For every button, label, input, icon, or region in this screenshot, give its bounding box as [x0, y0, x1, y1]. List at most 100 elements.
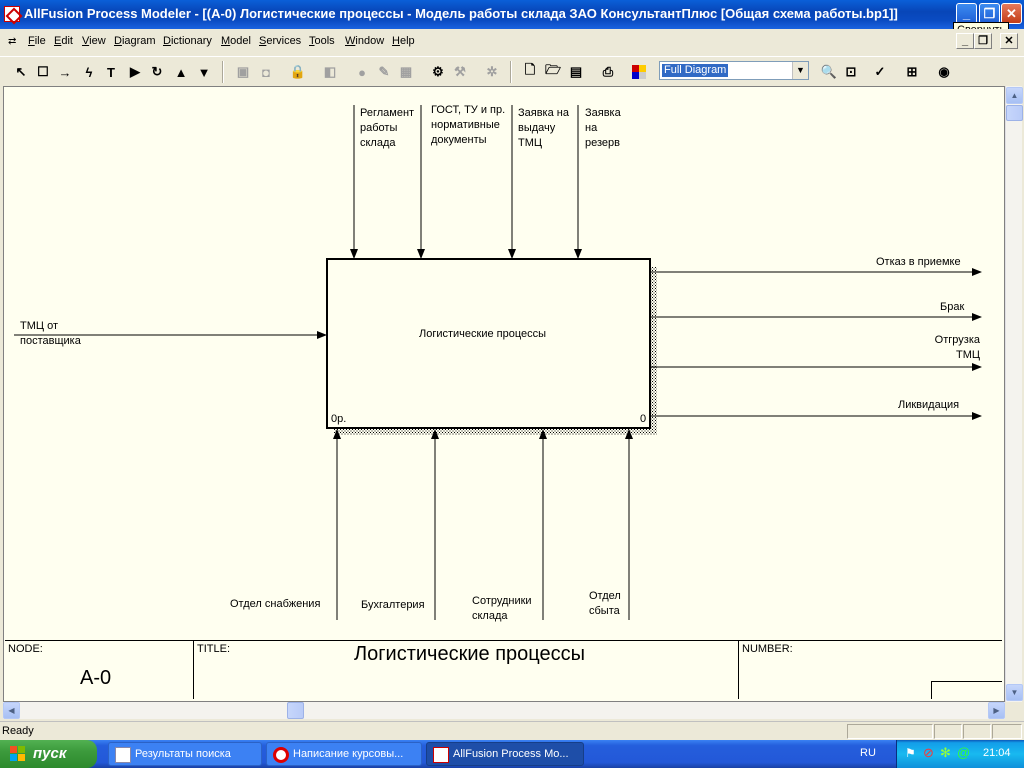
- diagram-view-select[interactable]: Full Diagram ▼: [659, 61, 809, 80]
- diagram-frame: NODE: A-0 TITLE: Логистические процессы …: [5, 640, 1002, 699]
- offpage-reference-icon[interactable]: ↻: [146, 61, 168, 83]
- activity-box[interactable]: [326, 258, 651, 429]
- activity-box-shadow: [334, 429, 657, 435]
- go-down-icon[interactable]: ▼: [193, 61, 215, 83]
- vertical-scroll-thumb[interactable]: [1006, 105, 1023, 121]
- network-icon[interactable]: ⚑: [905, 746, 916, 760]
- link-icon[interactable]: ◘: [255, 61, 277, 83]
- frame-number-cell: NUMBER:: [739, 641, 1002, 699]
- output-label: Отказ в приемке: [876, 256, 961, 268]
- report-icon[interactable]: ▣: [232, 61, 254, 83]
- window-title: AllFusion Process Modeler - [(A-0) Логис…: [24, 6, 898, 21]
- decompose-tool-icon[interactable]: ▶: [124, 61, 146, 83]
- activity-number: 0: [640, 413, 647, 425]
- chevron-down-icon[interactable]: ▼: [792, 62, 808, 79]
- mechanism-label: Сотрудники склада: [472, 595, 532, 622]
- cube-icon[interactable]: ◧: [319, 61, 341, 83]
- zoom-icon[interactable]: 🔍: [818, 61, 840, 83]
- menu-bar: ⇄ File Edit View Diagram Dictionary Mode…: [0, 29, 1024, 55]
- open-folder-icon[interactable]: 🗁: [542, 61, 564, 83]
- start-button[interactable]: пуск: [0, 740, 97, 768]
- vertical-scrollbar[interactable]: ▲ ▼: [1005, 86, 1023, 702]
- menu-diagram[interactable]: Diagram: [114, 35, 156, 47]
- settings-icon[interactable]: ✻: [940, 745, 951, 761]
- status-bar: Ready: [0, 721, 1024, 740]
- output-label: Отгрузка ТМЦ: [934, 334, 980, 361]
- frame-node-caption: NODE:: [8, 643, 43, 655]
- save-icon[interactable]: ▤: [565, 61, 587, 83]
- squiggle-tool-icon[interactable]: ϟ: [78, 61, 100, 83]
- model-explorer-icon[interactable]: ⊞: [901, 61, 923, 83]
- menu-dictionary[interactable]: Dictionary: [163, 35, 212, 47]
- window-title-bar[interactable]: AllFusion Process Modeler - [(A-0) Логис…: [0, 0, 1024, 29]
- arrow-tool-icon[interactable]: →: [54, 61, 76, 83]
- document-icon[interactable]: ⇄: [8, 36, 24, 48]
- mdi-close-button[interactable]: ✕: [1000, 33, 1018, 49]
- frame-title-value: Логистические процессы: [354, 643, 585, 665]
- minimize-button[interactable]: _: [956, 3, 977, 24]
- scroll-right-icon[interactable]: ▶: [988, 702, 1005, 719]
- pointer-tool-icon[interactable]: ↖: [10, 61, 32, 83]
- restore-button[interactable]: ❐: [979, 3, 1000, 24]
- navigator-icon[interactable]: ◉: [933, 61, 955, 83]
- print-icon[interactable]: ⎙: [597, 61, 619, 83]
- scroll-left-icon[interactable]: ◀: [3, 702, 20, 719]
- bug-icon[interactable]: ✲: [481, 61, 503, 83]
- taskbar-item[interactable]: Написание курсовы...: [266, 742, 422, 766]
- frame-title-caption: TITLE:: [197, 643, 231, 655]
- diagram-canvas[interactable]: Логистические процессы 0р. 0 Регламент ра…: [3, 86, 1005, 702]
- zoom-fit-icon[interactable]: ⊡: [840, 61, 862, 83]
- menu-model[interactable]: Model: [221, 35, 251, 47]
- taskbar-item[interactable]: Результаты поиска: [108, 742, 262, 766]
- status-text: Ready: [2, 725, 34, 737]
- go-up-icon[interactable]: ▲: [170, 61, 192, 83]
- horizontal-scrollbar[interactable]: ◀ ▶: [3, 702, 1005, 719]
- menu-tools[interactable]: Tools: [309, 35, 335, 47]
- user-icon[interactable]: ●: [351, 61, 373, 83]
- allfusion-icon: [433, 747, 449, 763]
- taskbar-item[interactable]: AllFusion Process Mo...: [426, 742, 584, 766]
- scroll-down-icon[interactable]: ▼: [1006, 684, 1023, 701]
- menu-help[interactable]: Help: [392, 35, 415, 47]
- output-label: Брак: [940, 301, 965, 313]
- toolbar-separator: [510, 61, 512, 83]
- antivirus-icon[interactable]: ⊘: [923, 745, 934, 761]
- mdi-minimize-button[interactable]: _: [956, 33, 974, 49]
- menu-file[interactable]: File: [28, 35, 46, 47]
- menu-edit[interactable]: Edit: [54, 35, 73, 47]
- mdi-restore-button[interactable]: ❐: [974, 33, 992, 49]
- color-palette-icon[interactable]: [628, 61, 650, 83]
- diagram-view-value: Full Diagram: [662, 64, 729, 77]
- language-indicator[interactable]: RU: [860, 747, 876, 759]
- properties-icon[interactable]: ⚙: [427, 61, 449, 83]
- close-button[interactable]: ✕: [1001, 3, 1022, 24]
- grid-icon[interactable]: ▦: [395, 61, 417, 83]
- horizontal-scroll-thumb[interactable]: [287, 702, 304, 719]
- frame-node-cell: NODE: A-0: [5, 641, 194, 699]
- edit-icon[interactable]: ✎: [373, 61, 395, 83]
- status-pane: [963, 724, 991, 739]
- menu-services[interactable]: Services: [259, 35, 301, 47]
- app-icon[interactable]: [4, 6, 20, 22]
- status-pane: [934, 724, 962, 739]
- system-tray: ⚑ ⊘ ✻ @ 21:04: [896, 740, 1024, 768]
- activity-cost: 0р.: [331, 413, 347, 425]
- status-pane: [847, 724, 933, 739]
- menu-view[interactable]: View: [82, 35, 106, 47]
- toolbar-separator: [222, 61, 224, 83]
- scroll-up-icon[interactable]: ▲: [1006, 87, 1023, 104]
- text-tool-icon[interactable]: T: [100, 61, 122, 83]
- mechanism-label: Бухгалтерия: [361, 599, 425, 611]
- new-file-icon[interactable]: 🗋: [519, 61, 541, 83]
- windows-flag-icon: [10, 746, 27, 762]
- activity-box-tool-icon[interactable]: ☐: [32, 61, 54, 83]
- messenger-icon[interactable]: @: [957, 745, 970, 760]
- frame-title-cell: TITLE: Логистические процессы: [194, 641, 739, 699]
- menu-window[interactable]: Window: [345, 35, 384, 47]
- spell-check-icon[interactable]: ✓: [869, 61, 891, 83]
- activity-name: Логистические процессы: [419, 328, 547, 340]
- tools-icon[interactable]: ⚒: [449, 61, 471, 83]
- input-label: ТМЦ от поставщика: [20, 320, 81, 347]
- start-label: пуск: [33, 745, 67, 762]
- lock-icon[interactable]: 🔒: [287, 61, 309, 83]
